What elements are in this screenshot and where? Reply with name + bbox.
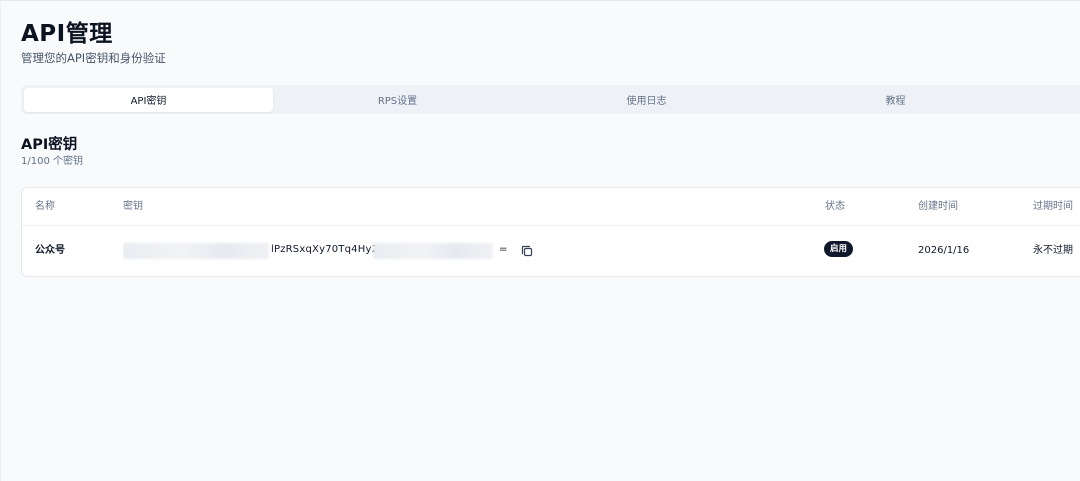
tab-tutorial[interactable]: 教程 <box>771 88 1020 112</box>
column-expires: 过期时间 <box>1033 201 1073 212</box>
column-status: 状态 <box>825 201 845 212</box>
status-badge: 启用 <box>824 241 854 257</box>
copy-icon[interactable] <box>520 243 534 257</box>
tab-rps-settings[interactable]: RPS设置 <box>273 88 522 112</box>
page-title: API管理 <box>21 21 113 47</box>
api-key-visible-part: lPzRSxqXy70Tq4Hy2 <box>271 244 379 255</box>
key-redaction <box>373 243 493 259</box>
api-key-suffix: = <box>499 244 508 255</box>
section-title: API密钥 <box>21 137 78 153</box>
api-keys-table: 名称 密钥 状态 创建时间 过期时间 公众号 lPzRSxqXy70Tq4Hy2… <box>21 187 1080 277</box>
table-header: 名称 密钥 状态 创建时间 过期时间 <box>22 188 1080 226</box>
table-row: 公众号 lPzRSxqXy70Tq4Hy2 = 启用 2026/1/16 永不过… <box>22 226 1080 276</box>
tab-bar: API密钥 RPS设置 使用日志 教程 <box>21 85 1080 114</box>
column-name: 名称 <box>35 201 55 212</box>
key-name: 公众号 <box>35 245 65 256</box>
created-date: 2026/1/16 <box>918 245 970 256</box>
column-key: 密钥 <box>123 201 143 212</box>
page-subtitle: 管理您的API密钥和身份验证 <box>21 51 166 65</box>
key-count: 1/100 个密钥 <box>21 156 83 167</box>
column-created: 创建时间 <box>918 201 958 212</box>
key-redaction <box>123 243 269 259</box>
api-management-page: API管理 管理您的API密钥和身份验证 API密钥 RPS设置 使用日志 教程… <box>0 0 1080 481</box>
expiry-date: 永不过期 <box>1033 245 1073 256</box>
tab-api-keys[interactable]: API密钥 <box>24 87 273 112</box>
tab-usage-logs[interactable]: 使用日志 <box>522 88 771 112</box>
api-key-value: lPzRSxqXy70Tq4Hy2 = <box>123 241 511 261</box>
